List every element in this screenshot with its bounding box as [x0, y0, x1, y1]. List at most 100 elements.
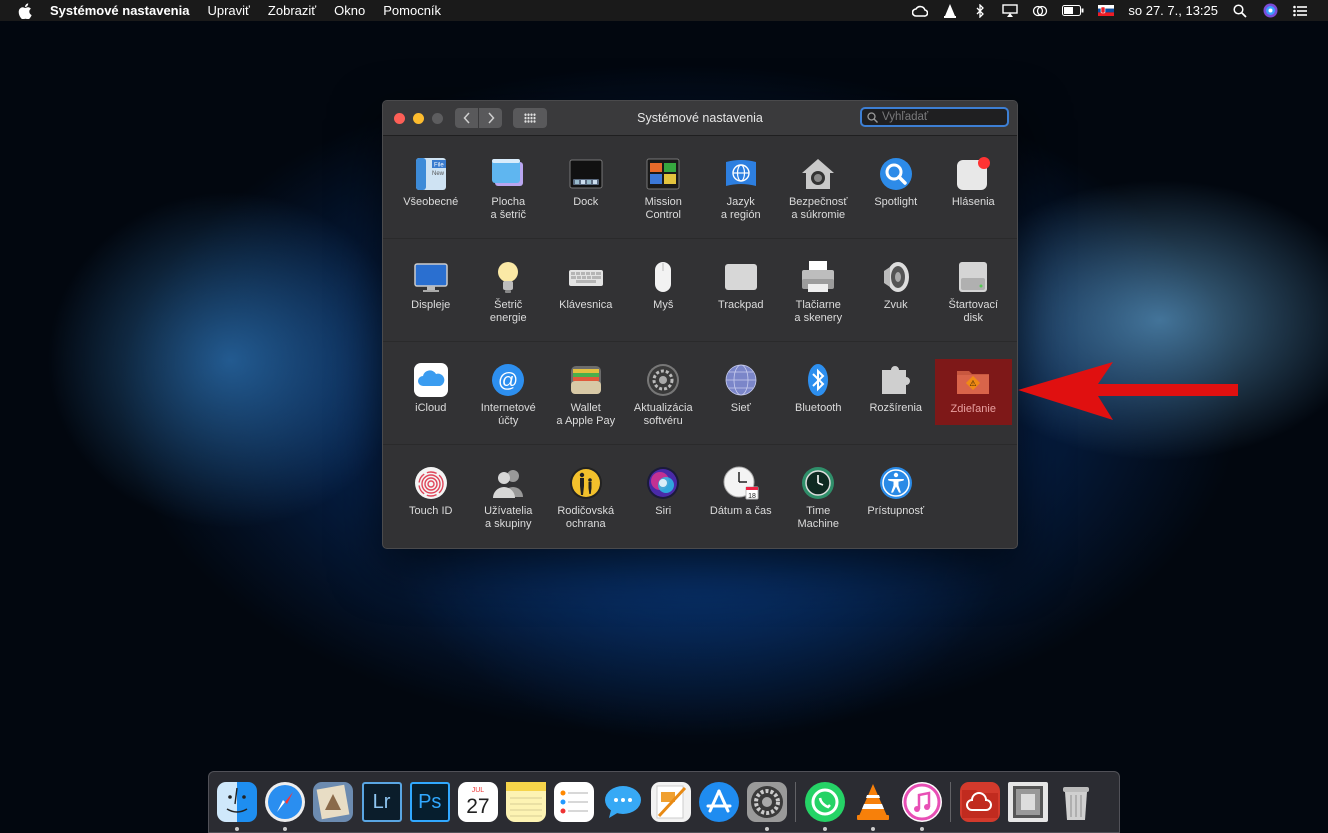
creative-cloud-icon[interactable] — [912, 4, 929, 18]
menu-edit[interactable]: Upraviť — [207, 3, 249, 18]
pref-label: Time Machine — [797, 505, 840, 530]
vlc-icon[interactable] — [942, 3, 958, 18]
slovak-flag-icon[interactable] — [1098, 4, 1115, 18]
pref-parental-controls[interactable]: Rodičovská ochrana — [547, 445, 625, 548]
pref-language-region[interactable]: Jazyk a región — [702, 136, 780, 238]
pref-internet-accounts[interactable]: @ Internetové účty — [470, 342, 548, 444]
prefs-row-4: Touch ID Užívatelia a skupiny Rodičovská… — [383, 445, 1017, 548]
pref-label: Bluetooth — [795, 402, 842, 414]
dock-creative-cloud-folder[interactable] — [959, 782, 1000, 822]
pref-siri[interactable]: Siri — [625, 445, 703, 548]
pref-spotlight[interactable]: Spotlight — [857, 136, 935, 238]
puzzle-icon — [881, 366, 910, 394]
pref-label: Šetrič energie — [489, 299, 527, 324]
dock-whatsapp[interactable] — [805, 782, 846, 831]
dock-trash[interactable] — [1056, 782, 1096, 822]
dock-preview[interactable] — [313, 782, 354, 822]
magnifier-icon — [879, 158, 912, 190]
pref-label: Mission Control — [644, 196, 682, 221]
pref-label: Tlačiarne a skenery — [794, 299, 843, 324]
safari-icon — [268, 785, 303, 819]
pref-label: Zvuk — [883, 299, 908, 311]
pref-startup-disk[interactable]: Štartovací disk — [935, 239, 1013, 341]
reminders-icon — [560, 790, 589, 814]
pref-label: Dock — [573, 196, 599, 208]
window-titlebar[interactable]: Systémové nastavenia — [383, 101, 1017, 136]
dock-vlc[interactable] — [853, 782, 893, 831]
pref-network[interactable]: Sieť — [702, 342, 780, 444]
dock-downloads-stack[interactable] — [1008, 782, 1048, 822]
fingerprint-icon — [414, 467, 447, 499]
pref-security-privacy[interactable]: Bezpečnosť a súkromie — [780, 136, 858, 238]
sharing-folder-icon: ⚠ — [957, 371, 990, 394]
at-sign-icon: @ — [492, 364, 525, 396]
search-input[interactable] — [882, 109, 1002, 125]
pref-printers-scanners[interactable]: Tlačiarne a skenery — [780, 239, 858, 341]
users-icon — [493, 470, 524, 498]
pref-accessibility[interactable]: Prístupnosť — [857, 445, 935, 548]
pref-label: Spotlight — [874, 196, 918, 208]
dock-reminders[interactable] — [554, 782, 595, 822]
menu-window[interactable]: Okno — [334, 3, 365, 18]
pref-sound[interactable]: Zvuk — [857, 239, 935, 341]
dock-itunes[interactable] — [901, 782, 942, 831]
pref-extensions[interactable]: Rozšírenia — [857, 342, 935, 444]
dock-notes[interactable] — [506, 782, 547, 822]
bluetooth-icon — [808, 364, 829, 396]
pref-energy-saver[interactable]: Šetrič energie — [470, 239, 548, 341]
notification-center-icon[interactable] — [1292, 4, 1308, 18]
pref-keyboard[interactable]: Klávesnica — [547, 239, 625, 341]
pref-touch-id[interactable]: Touch ID — [392, 445, 470, 548]
pref-bluetooth[interactable]: Bluetooth — [780, 342, 858, 444]
pref-desktop-screensaver[interactable]: Plocha a šetrič — [470, 136, 548, 238]
pref-trackpad[interactable]: Trackpad — [702, 239, 780, 341]
notes-icon — [506, 782, 547, 817]
vlc-icon — [857, 784, 890, 820]
pref-sharing[interactable]: ⚠ Zdieľanie — [934, 359, 1012, 425]
pref-dock[interactable]: Dock — [547, 136, 625, 238]
siri-icon — [647, 467, 680, 499]
apple-menu-icon[interactable] — [18, 2, 32, 19]
bluetooth-icon[interactable] — [972, 3, 988, 18]
pref-displays[interactable]: Displeje — [392, 239, 470, 341]
airplay-icon[interactable] — [1002, 4, 1019, 18]
pref-label: Trackpad — [718, 299, 764, 311]
menu-app-name[interactable]: Systémové nastavenia — [50, 3, 189, 18]
accessibility-icon — [879, 467, 912, 499]
pref-notifications[interactable]: Hlásenia — [935, 136, 1013, 238]
pref-time-machine[interactable]: Time Machine — [780, 445, 858, 548]
dock-lightroom[interactable]: Lr — [361, 782, 402, 822]
menu-clock[interactable]: so 27. 7., 13:25 — [1128, 3, 1218, 18]
pref-label: Jazyk a región — [720, 196, 761, 221]
desktop-icon — [492, 159, 524, 186]
pref-wallet-apple-pay[interactable]: Wallet a Apple Pay — [547, 342, 625, 444]
dock-safari[interactable] — [265, 782, 306, 831]
pref-icloud[interactable]: iCloud — [392, 342, 470, 444]
spotlight-icon[interactable] — [1232, 3, 1248, 18]
svg-text:⚠: ⚠ — [970, 379, 977, 388]
menu-bar: Systémové nastavenia Upraviť Zobraziť Ok… — [0, 0, 1328, 21]
pref-users-groups[interactable]: Užívatelia a skupiny — [470, 445, 548, 548]
pref-mouse[interactable]: Myš — [625, 239, 703, 341]
menu-view[interactable]: Zobraziť — [268, 3, 316, 18]
dock-system-preferences[interactable] — [747, 782, 788, 831]
search-field[interactable] — [860, 107, 1009, 127]
running-indicator — [823, 827, 828, 831]
pref-software-update[interactable]: Aktualizácia softvéru — [625, 342, 703, 444]
pref-date-time[interactable]: 18 Dátum a čas — [702, 445, 780, 548]
siri-icon[interactable] — [1262, 3, 1278, 18]
menu-help[interactable]: Pomocník — [383, 3, 441, 18]
battery-icon[interactable] — [1062, 4, 1084, 18]
dock-photoshop[interactable]: Ps — [409, 782, 450, 822]
sync-icon[interactable] — [1032, 4, 1048, 18]
dock-pages[interactable] — [650, 782, 691, 822]
dock-app-store[interactable] — [698, 782, 739, 822]
dock-finder[interactable] — [217, 782, 257, 831]
pref-mission-control[interactable]: Mission Control — [625, 136, 703, 238]
pref-general[interactable]: File New Všeobecné — [392, 136, 470, 238]
dock-messages[interactable] — [603, 782, 643, 822]
dock-calendar[interactable]: JUL 27 — [457, 782, 498, 822]
pref-label: Hlásenia — [951, 196, 995, 208]
messages-icon — [604, 786, 641, 818]
pref-label: Zdieľanie — [950, 403, 996, 415]
